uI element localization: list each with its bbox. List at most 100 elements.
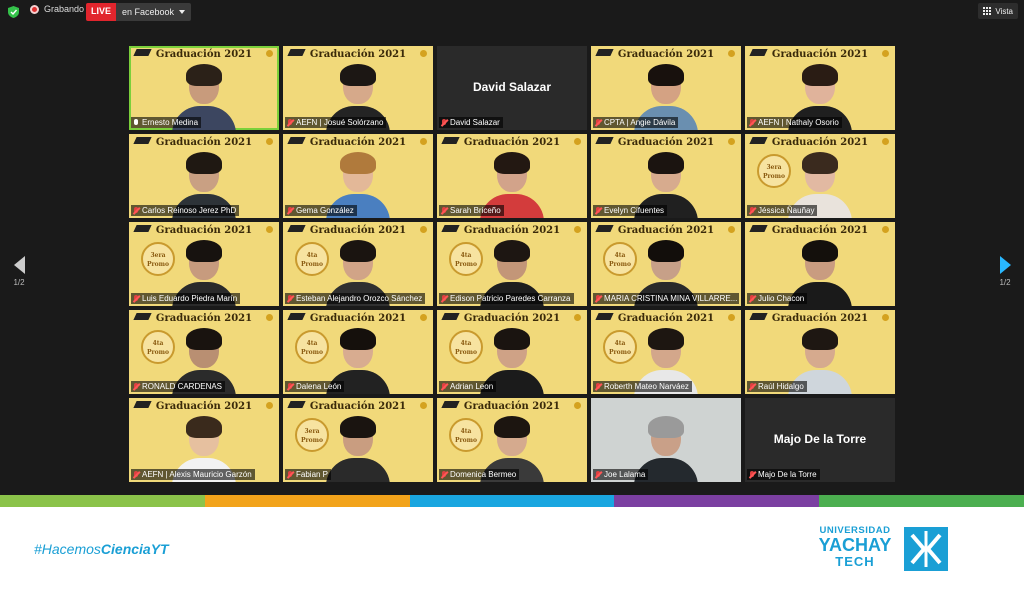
- participant-tile[interactable]: Graduación 2021 4ta Promo Roberth Mateo Na…: [591, 310, 741, 394]
- participant-tile[interactable]: Graduación 2021 4ta Promo Esteban Alejandr…: [283, 222, 433, 306]
- participant-tile[interactable]: Graduación 2021 4ta Promo Domenica Bermeo: [437, 398, 587, 482]
- microphone-icon: [133, 118, 139, 127]
- participant-tile[interactable]: Graduación 2021 4ta Promo Adrian Leon: [437, 310, 587, 394]
- participant-name-label: Ernesto Medina: [131, 117, 202, 128]
- medal-icon: [574, 402, 581, 409]
- participant-name: Evelyn Cifuentes: [604, 206, 665, 215]
- stripe-segment: [614, 495, 820, 507]
- microphone-muted-icon: [595, 382, 601, 391]
- stripe-segment: [409, 495, 615, 507]
- participant-name: Fabian P: [296, 470, 329, 479]
- participant-tile[interactable]: Graduación 2021 3era Promo Jéssica Ñauñay: [745, 134, 895, 218]
- microphone-muted-icon: [133, 382, 139, 391]
- view-button[interactable]: Vista: [978, 3, 1018, 19]
- microphone-muted-icon: [749, 118, 755, 127]
- participant-tile[interactable]: Graduación 2021 4ta Promo MARIA CRISTINA M…: [591, 222, 741, 306]
- microphone-muted-icon: [287, 470, 293, 479]
- participant-name-label: Julio Chacon: [747, 293, 808, 304]
- participant-tile[interactable]: Graduación 2021 Ernesto Medina: [129, 46, 279, 130]
- participant-name: Jéssica Ñauñay: [758, 206, 815, 215]
- previous-page-button[interactable]: 1/2: [8, 256, 30, 287]
- participant-name-label: Majo De la Torre: [747, 469, 820, 480]
- microphone-muted-icon: [441, 382, 447, 391]
- participant-tile[interactable]: Graduación 2021 Carlos Reinoso Jerez PhD: [129, 134, 279, 218]
- participant-name-label: Jéssica Ñauñay: [747, 205, 818, 216]
- medal-icon: [574, 226, 581, 233]
- security-shield-icon[interactable]: [8, 6, 19, 18]
- participant-tile[interactable]: Graduación 2021 AEFN | Josué Solórzano: [283, 46, 433, 130]
- promo-crest: 3era Promo: [141, 242, 175, 276]
- participant-tile[interactable]: Graduación 2021 4ta Promo Edison Patricio …: [437, 222, 587, 306]
- participant-tile[interactable]: Graduación 2021 4ta Promo RONALD CARDENAS: [129, 310, 279, 394]
- participant-name: Domenica Bermeo: [450, 470, 517, 479]
- tile-banner: Graduación 2021: [771, 225, 869, 236]
- promo-crest: 4ta Promo: [449, 330, 483, 364]
- participant-name: Roberth Mateo Narváez: [604, 382, 689, 391]
- stripe-segment: [819, 495, 1024, 507]
- participant-name-label: CPTA | Angie Dávila: [593, 117, 679, 128]
- next-page-button[interactable]: 1/2: [994, 256, 1016, 287]
- participant-name-label: Joe Lalama: [593, 469, 649, 480]
- participant-tile[interactable]: Graduación 2021 4ta Promo Dalena León: [283, 310, 433, 394]
- participant-tile[interactable]: Graduación 2021 3era Promo Fabian P: [283, 398, 433, 482]
- participant-tile[interactable]: Graduación 2021 Julio Chacon: [745, 222, 895, 306]
- microphone-muted-icon: [133, 294, 139, 303]
- logo-line-2: YACHAY: [818, 535, 892, 555]
- microphone-muted-icon: [595, 206, 601, 215]
- live-destination-dropdown[interactable]: en Facebook: [116, 3, 192, 21]
- participant-tile[interactable]: Graduación 2021 CPTA | Angie Dávila: [591, 46, 741, 130]
- chevron-right-icon: [999, 256, 1011, 274]
- participant-name-label: Edison Patricio Paredes Carranza: [439, 293, 574, 304]
- participant-tile[interactable]: David Salazar David Salazar: [437, 46, 587, 130]
- participant-name-label: RONALD CARDENAS: [131, 381, 226, 392]
- participant-name: Raúl Hidalgo: [758, 382, 804, 391]
- medal-icon: [728, 226, 735, 233]
- participant-name-label: David Salazar: [439, 117, 503, 128]
- tile-banner: Graduación 2021: [155, 313, 253, 324]
- campaign-hashtag: #HacemosCienciaYT: [34, 541, 169, 557]
- participant-name-label: AEFN | Alexis Mauricio Garzón: [131, 469, 255, 480]
- tile-banner: Graduación 2021: [155, 401, 253, 412]
- participant-name: Sarah Briceño: [450, 206, 501, 215]
- gallery-grid-icon: [983, 7, 992, 15]
- recording-indicator[interactable]: Grabando: [30, 4, 84, 14]
- participant-tile[interactable]: Graduación 2021 Evelyn Cifuentes: [591, 134, 741, 218]
- participant-name: AEFN | Alexis Mauricio Garzón: [142, 470, 252, 479]
- yachay-logo-mark-icon: [904, 527, 948, 571]
- promo-crest: 3era Promo: [757, 154, 791, 188]
- participant-tile[interactable]: Graduación 2021 AEFN | Alexis Mauricio Ga…: [129, 398, 279, 482]
- medal-icon: [574, 314, 581, 321]
- medal-icon: [266, 138, 273, 145]
- participant-tile[interactable]: Graduación 2021 Gema González: [283, 134, 433, 218]
- medal-icon: [728, 50, 735, 57]
- medal-icon: [882, 226, 889, 233]
- tile-banner: Graduación 2021: [771, 313, 869, 324]
- medal-icon: [728, 138, 735, 145]
- participant-tile[interactable]: Graduación 2021 3era Promo Luis Eduardo Pi…: [129, 222, 279, 306]
- participant-tile[interactable]: Joe Lalama: [591, 398, 741, 482]
- microphone-muted-icon: [287, 206, 293, 215]
- hashtag-prefix: #Hacemos: [34, 541, 101, 557]
- participant-tile[interactable]: Graduación 2021 Sarah Briceño: [437, 134, 587, 218]
- medal-icon: [420, 402, 427, 409]
- participant-tile[interactable]: Majo De la Torre Majo De la Torre: [745, 398, 895, 482]
- participant-name-label: AEFN | Josué Solórzano: [285, 117, 387, 128]
- tile-banner: Graduación 2021: [617, 225, 715, 236]
- participant-name-label: AEFN | Nathaly Osorio: [747, 117, 842, 128]
- live-stream-control[interactable]: LIVE en Facebook: [86, 3, 192, 21]
- broadcast-footer: #HacemosCienciaYT UNIVERSIDAD YACHAY TEC…: [0, 507, 1024, 593]
- participant-name: RONALD CARDENAS: [142, 382, 223, 391]
- participant-name-label: MARIA CRISTINA MINA VILLARRE...: [593, 293, 739, 304]
- microphone-muted-icon: [287, 294, 293, 303]
- participant-name-label: Roberth Mateo Narváez: [593, 381, 692, 392]
- medal-icon: [420, 50, 427, 57]
- participant-tile[interactable]: Graduación 2021 Raúl Hidalgo: [745, 310, 895, 394]
- tile-banner: Graduación 2021: [463, 401, 561, 412]
- microphone-muted-icon: [749, 470, 755, 479]
- university-logo: UNIVERSIDAD YACHAY TECH: [812, 525, 952, 575]
- page-indicator-left: 1/2: [13, 278, 25, 287]
- medal-icon: [266, 50, 273, 57]
- participant-tile[interactable]: Graduación 2021 AEFN | Nathaly Osorio: [745, 46, 895, 130]
- recording-dot-icon: [30, 4, 39, 14]
- participant-name-label: Domenica Bermeo: [439, 469, 520, 480]
